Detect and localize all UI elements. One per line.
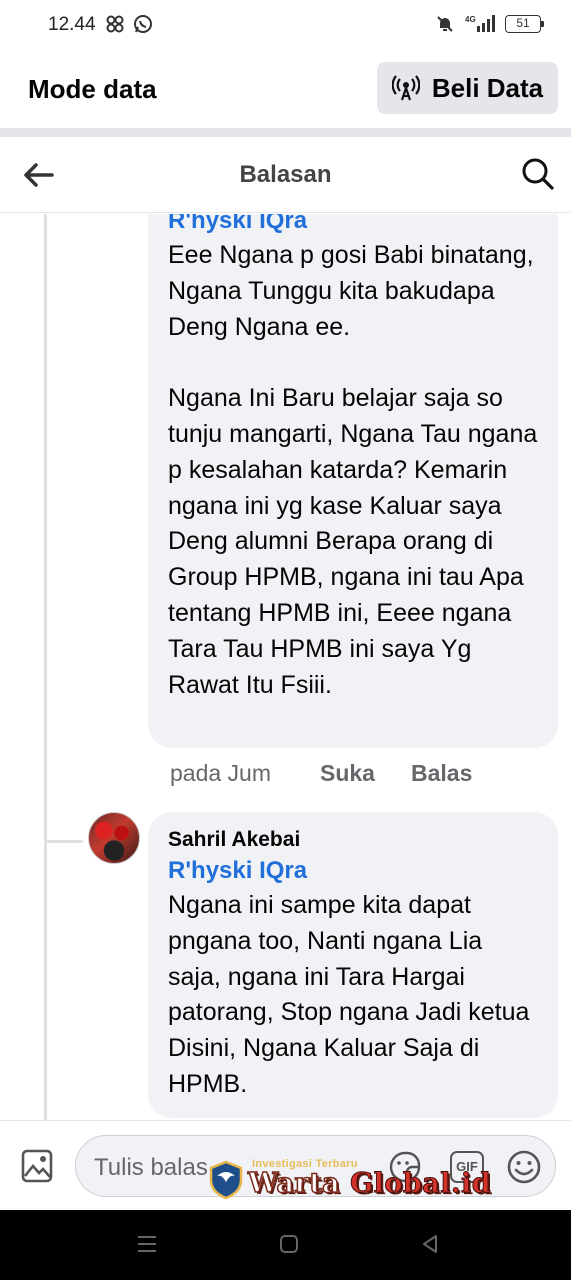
status-right-icons: 4G 51: [435, 14, 544, 34]
status-time: 12.44: [48, 14, 96, 35]
reply-composer: Tulis balas... GIF: [0, 1120, 571, 1210]
facebook-replies-screen: 12.44 4G 51 Mode data Beli Data Balasan …: [0, 0, 571, 1280]
reply-button[interactable]: Balas: [411, 760, 472, 787]
mute-icon: [437, 16, 453, 32]
data-mode-title: Mode data: [28, 74, 157, 104]
data-mode-bar: Mode data Beli Data: [0, 52, 571, 128]
comment-actions: pada Jum Suka Balas: [170, 760, 472, 787]
pinwheel-icon: [106, 15, 124, 33]
gif-icon[interactable]: GIF: [450, 1151, 484, 1183]
comment-text: Eee Ngana p gosi Babi binatang, Ngana Tu…: [168, 241, 538, 699]
comment-text: Ngana ini sampe kita dapat pngana too, N…: [168, 891, 537, 1098]
photo-icon[interactable]: [20, 1148, 54, 1184]
comment-timestamp[interactable]: pada Jum: [170, 760, 320, 787]
battery-level: 51: [516, 16, 530, 30]
section-divider: [0, 128, 571, 137]
whatsapp-icon: [134, 15, 152, 33]
comment-thread[interactable]: R'hyski IQra Eee Ngana p gosi Babi binat…: [0, 214, 571, 1120]
svg-text:4G: 4G: [465, 15, 476, 24]
broadcast-icon: [391, 75, 420, 101]
replies-header: Balasan: [0, 137, 571, 213]
like-button[interactable]: Suka: [320, 760, 411, 787]
thread-line: [44, 214, 47, 1120]
emoji-icon[interactable]: [506, 1149, 542, 1185]
status-left-icons: [105, 14, 153, 34]
comment-author[interactable]: Sahril Akebai: [168, 826, 538, 854]
thread-branch: [47, 840, 83, 843]
back-nav-icon[interactable]: [418, 1232, 442, 1256]
comment-bubble[interactable]: Sahril Akebai R'hyski IQra Ngana ini sam…: [148, 812, 558, 1118]
comment-bubble[interactable]: R'hyski IQra Eee Ngana p gosi Babi binat…: [148, 214, 558, 748]
buy-data-label: Beli Data: [431, 72, 544, 103]
buy-data-button[interactable]: Beli Data: [377, 62, 558, 114]
mention-link[interactable]: R'hyski IQra: [168, 214, 538, 238]
reply-input-placeholder: Tulis balas...: [94, 1154, 228, 1181]
4g-signal-icon: 4G: [465, 15, 495, 32]
sticker-icon[interactable]: [388, 1150, 422, 1184]
reply-input[interactable]: Tulis balas... GIF: [75, 1135, 556, 1197]
battery-icon: 51: [505, 15, 544, 33]
system-nav-bar: [0, 1210, 571, 1280]
status-bar: 12.44 4G 51: [0, 0, 571, 52]
mention-link[interactable]: R'hyski IQra: [168, 854, 538, 888]
page-title: Balasan: [239, 161, 332, 188]
search-icon[interactable]: [521, 157, 555, 191]
menu-icon[interactable]: [135, 1232, 159, 1256]
home-icon[interactable]: [277, 1232, 301, 1256]
avatar[interactable]: [88, 812, 140, 864]
